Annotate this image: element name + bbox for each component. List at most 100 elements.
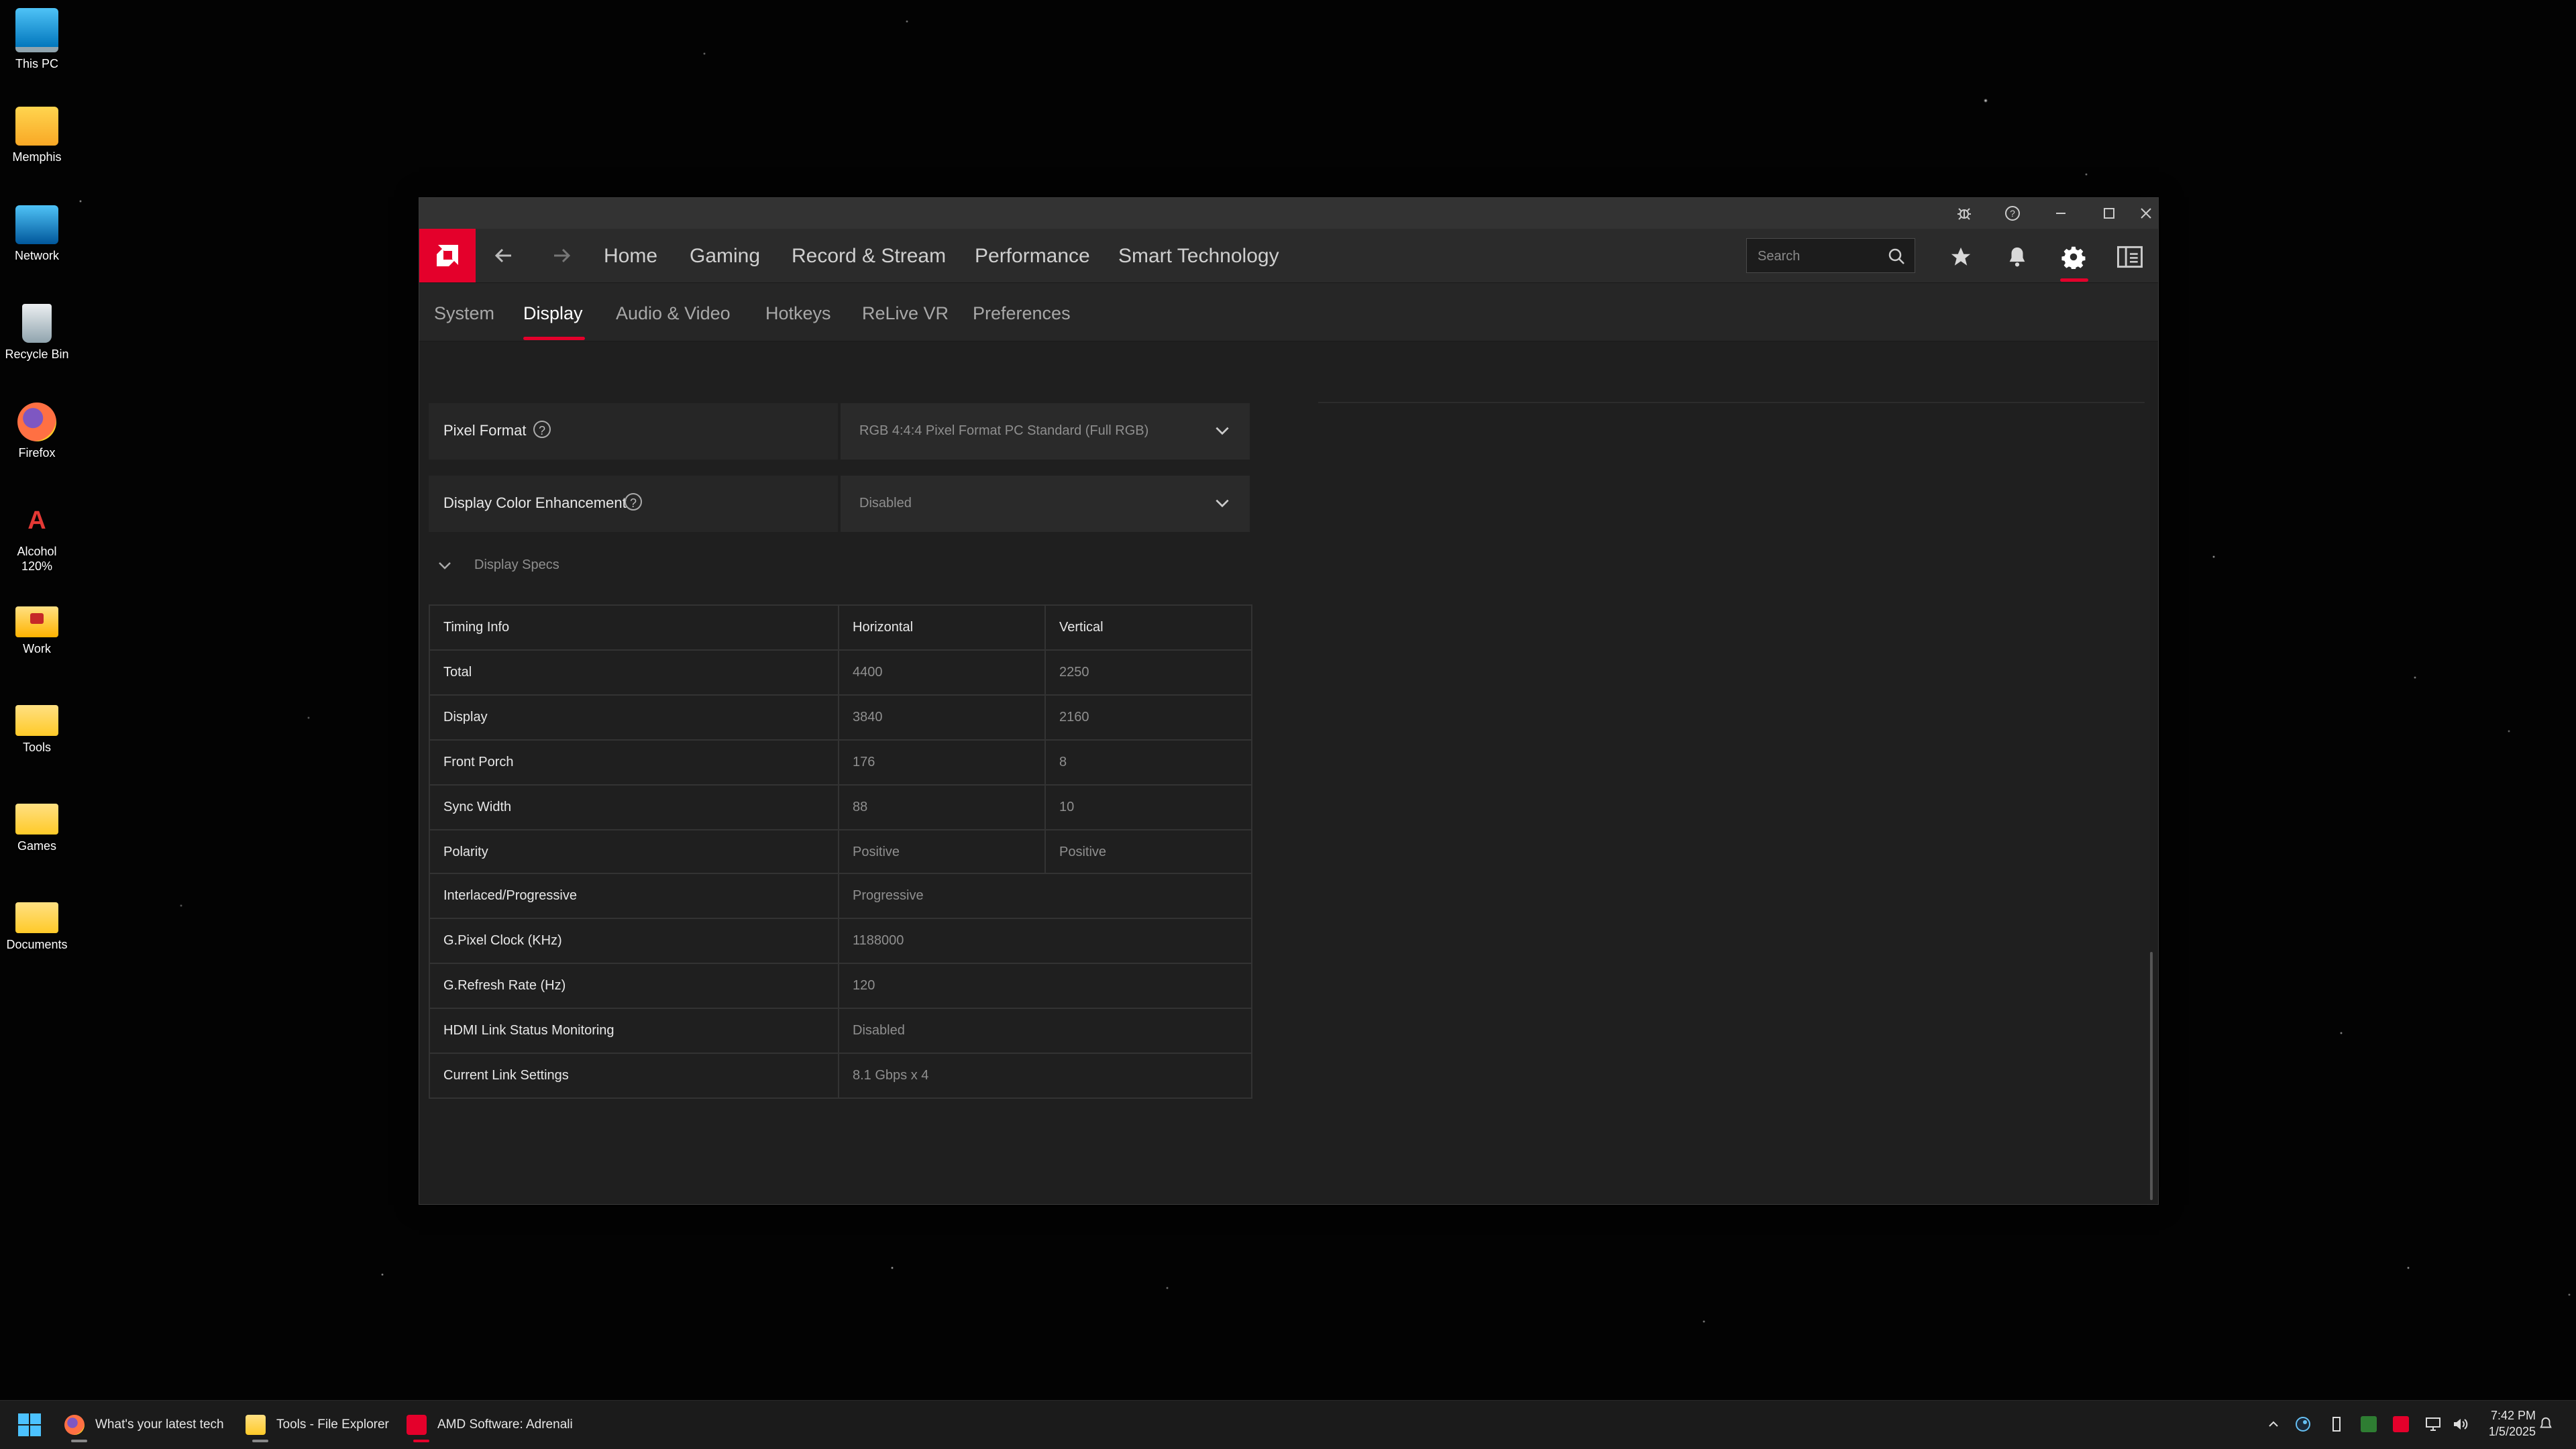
amd-tray-icon[interactable] (2392, 1415, 2410, 1433)
sidebar-toggle-icon[interactable] (2111, 238, 2149, 276)
desktop-icon-network[interactable]: Network (0, 197, 74, 263)
table-cell: HDMI Link Status Monitoring (429, 1008, 839, 1054)
table-row: G.Refresh Rate (Hz) 120 (429, 963, 1252, 1009)
amd-logo-icon[interactable] (419, 229, 476, 282)
desktop-icon-this-pc[interactable]: This PC (0, 0, 74, 71)
desktop-icon-work[interactable]: Work (0, 592, 74, 656)
table-row: Polarity Positive Positive (429, 829, 1252, 875)
taskbar-app-amd[interactable]: AMD Software: Adrenali (407, 1406, 573, 1444)
network-tray-icon[interactable] (2424, 1415, 2442, 1433)
settings-subnav: System Display Audio & Video Hotkeys ReL… (419, 283, 2158, 341)
tab-system[interactable]: System (434, 303, 494, 324)
setting-label: Display Color Enhancement (443, 494, 627, 511)
scrollbar-thumb[interactable] (2150, 952, 2153, 1200)
table-header-row: Timing Info Horizontal Vertical (429, 604, 1252, 651)
tab-display[interactable]: Display (523, 303, 583, 324)
timing-info-table: Timing Info Horizontal Vertical Total 44… (429, 604, 1252, 875)
table-cell: Polarity (429, 829, 839, 875)
dropdown-value: RGB 4:4:4 Pixel Format PC Standard (Full… (859, 423, 1149, 438)
running-indicator (252, 1440, 268, 1442)
display-color-enhancement-dropdown[interactable]: Disabled (841, 476, 1250, 532)
chevron-up-icon[interactable] (2265, 1415, 2282, 1433)
maximize-icon[interactable] (2086, 198, 2133, 229)
desktop-icon-firefox[interactable]: Firefox (0, 394, 74, 460)
help-icon[interactable]: ? (1989, 198, 2036, 229)
forward-arrow-icon[interactable] (547, 241, 576, 270)
settings-active-indicator (2060, 278, 2088, 282)
help-icon[interactable]: ? (625, 493, 642, 511)
notifications-bell-icon[interactable] (1998, 238, 2036, 276)
settings-content: Pixel Format ? RGB 4:4:4 Pixel Format PC… (419, 341, 2158, 1204)
taskbar-app-label: AMD Software: Adrenali (437, 1417, 573, 1432)
search-box[interactable] (1746, 238, 1915, 273)
table-cell: 1188000 (838, 918, 1252, 964)
nav-home[interactable]: Home (604, 245, 657, 268)
network-icon (15, 205, 58, 244)
table-row: Front Porch 176 8 (429, 739, 1252, 786)
section-title: Display Specs (474, 557, 559, 572)
windows-start-icon[interactable] (17, 1413, 42, 1437)
pixel-format-dropdown[interactable]: RGB 4:4:4 Pixel Format PC Standard (Full… (841, 403, 1250, 460)
firefox-icon (64, 1415, 85, 1435)
desktop-icon-label: Firefox (18, 446, 56, 460)
desktop-icon-label: Network (14, 249, 59, 262)
table-row: Total 4400 2250 (429, 649, 1252, 696)
setting-pixel-format: Pixel Format ? RGB 4:4:4 Pixel Format PC… (429, 403, 1250, 460)
table-row: Display 3840 2160 (429, 694, 1252, 741)
table-cell: Disabled (838, 1008, 1252, 1054)
desktop-icon-alcohol[interactable]: A Alcohol 120% (0, 493, 74, 574)
chevron-down-icon (439, 562, 451, 570)
desktop-icon-label: Memphis (12, 150, 62, 164)
gpu-temp-icon[interactable] (2360, 1415, 2377, 1433)
table-cell: Total (429, 649, 839, 696)
table-cell: Front Porch (429, 739, 839, 786)
desktop-icon-memphis[interactable]: Memphis (0, 99, 74, 164)
nav-gaming[interactable]: Gaming (690, 245, 760, 268)
close-icon[interactable] (2134, 198, 2158, 229)
tab-audio-video[interactable]: Audio & Video (616, 303, 731, 324)
setting-label-box: Pixel Format ? (429, 403, 838, 460)
system-clock[interactable]: 7:42 PM 1/5/2025 (2489, 1407, 2536, 1440)
desktop-icon-documents[interactable]: Documents (0, 888, 74, 952)
tab-hotkeys[interactable]: Hotkeys (765, 303, 831, 324)
nav-record-stream[interactable]: Record & Stream (792, 245, 946, 268)
desktop-icon-games[interactable]: Games (0, 789, 74, 853)
desktop-icon-label: Alcohol 120% (17, 545, 57, 573)
table-cell: Sync Width (429, 784, 839, 830)
volume-icon[interactable] (2451, 1415, 2469, 1433)
steam-icon[interactable] (2294, 1415, 2312, 1433)
search-icon[interactable] (1886, 246, 1907, 266)
back-arrow-icon[interactable] (489, 241, 519, 270)
clock-date: 1/5/2025 (2488, 1425, 2536, 1438)
tab-preferences[interactable]: Preferences (973, 303, 1071, 324)
table-cell: G.Pixel Clock (KHz) (429, 918, 839, 964)
usb-icon[interactable] (2328, 1415, 2345, 1433)
desktop-icon-tools[interactable]: Tools (0, 690, 74, 755)
table-cell: 120 (838, 963, 1252, 1009)
nav-smart-technology[interactable]: Smart Technology (1118, 245, 1279, 268)
table-cell: Positive (1044, 829, 1252, 875)
tab-relive-vr[interactable]: ReLive VR (862, 303, 949, 324)
table-cell: 2160 (1044, 694, 1252, 741)
search-input[interactable] (1756, 245, 1886, 268)
taskbar-app-file-explorer[interactable]: Tools - File Explorer (246, 1406, 389, 1444)
table-cell: Positive (838, 829, 1046, 875)
nav-performance[interactable]: Performance (975, 245, 1090, 268)
desktop-icon-label: Games (17, 839, 57, 853)
favorites-star-icon[interactable] (1942, 238, 1980, 276)
taskbar-app-firefox[interactable]: What's your latest tech (64, 1406, 224, 1444)
table-cell: G.Refresh Rate (Hz) (429, 963, 839, 1009)
desktop-icon-recycle-bin[interactable]: Recycle Bin (0, 296, 74, 362)
bug-report-icon[interactable] (1941, 198, 1988, 229)
settings-gear-icon[interactable] (2055, 238, 2092, 276)
computer-icon (15, 8, 58, 52)
minimize-icon[interactable] (2037, 198, 2084, 229)
title-bar[interactable]: ? (419, 198, 2158, 229)
help-icon[interactable]: ? (533, 421, 551, 438)
firefox-icon (17, 402, 56, 441)
amd-software-window: ? Home Gaming Record & Stream Performanc… (419, 197, 2159, 1205)
table-cell: 10 (1044, 784, 1252, 830)
notification-bell-icon[interactable] (2537, 1415, 2555, 1433)
desktop-icon-label: Work (23, 642, 51, 655)
alcohol-icon: A (28, 506, 46, 535)
